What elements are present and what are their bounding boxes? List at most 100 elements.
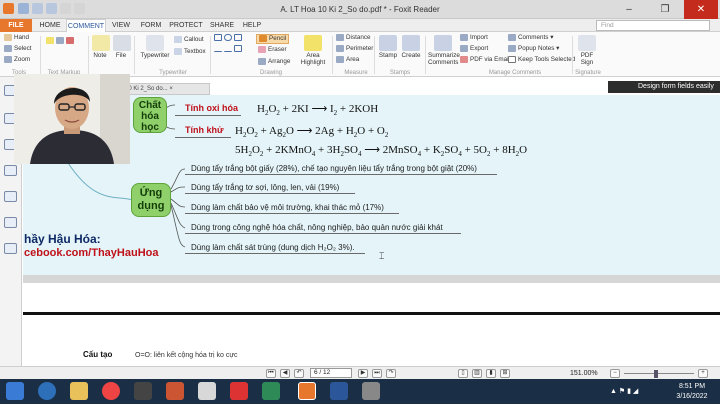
chrome-icon[interactable] [102, 382, 120, 400]
application-item: Dùng làm chất bảo vệ môi trường, khai th… [191, 203, 384, 212]
distance-button[interactable]: Distance [336, 34, 371, 42]
callout-button[interactable]: Callout [174, 36, 204, 44]
prev-page-icon[interactable]: ◀ [280, 369, 290, 378]
taskbar: ▲ ⚑ ▮ ◢ 8:51 PM 3/16/2022 [0, 379, 720, 404]
pencil-button[interactable]: Pencil [256, 34, 290, 45]
recorder-icon[interactable] [230, 382, 248, 400]
arrow-icon [224, 45, 232, 52]
highlight-tools[interactable] [46, 37, 76, 45]
hand-tool[interactable]: Hand [4, 34, 29, 42]
typewriter-button[interactable]: Typewriter [138, 35, 172, 59]
paint-icon[interactable] [198, 382, 216, 400]
pen-sign-icon [578, 35, 596, 51]
divider [572, 36, 573, 74]
close-tab-icon[interactable]: × [169, 86, 173, 92]
document-tab[interactable]: 10 Ki 2_So do... × [120, 83, 210, 95]
highlight-icon [46, 37, 54, 44]
find-input[interactable]: Find [596, 20, 710, 31]
section-text: O=O: liên kết cộng hóa trị ko cực [135, 352, 238, 359]
back-icon[interactable]: ↶ [294, 369, 304, 378]
eraser-icon [258, 46, 266, 53]
clock-time[interactable]: 8:51 PM [670, 383, 714, 390]
design-form-bar[interactable]: Design form fields easily [608, 81, 720, 93]
signature-panel-icon[interactable] [4, 243, 17, 254]
page-number-input[interactable]: 6 / 12 [310, 368, 352, 378]
select-tool[interactable]: Select [4, 45, 32, 53]
pdf-sign-button[interactable]: PDF Sign [576, 35, 598, 66]
foxit-reader-icon[interactable] [298, 382, 316, 400]
area-highlight-button[interactable]: Area Highlight [298, 35, 328, 66]
divider [210, 36, 211, 74]
pdf-via-email-button[interactable]: PDF via Email [460, 56, 510, 64]
underline [175, 115, 241, 116]
group-label-typewriter: Typewriter [159, 70, 187, 76]
tab-help[interactable]: HELP [240, 19, 264, 32]
line-tools[interactable] [214, 45, 244, 53]
continuous-page-icon[interactable]: ▥ [472, 369, 482, 378]
start-icon[interactable] [6, 382, 24, 400]
file-explorer-icon[interactable] [70, 382, 88, 400]
zoom-out-icon[interactable]: − [610, 369, 620, 378]
zoom-tool[interactable]: Zoom [4, 56, 30, 64]
tab-protect[interactable]: PROTECT [168, 19, 204, 32]
eraser-button[interactable]: Eraser [258, 46, 287, 54]
underline-icon [56, 37, 64, 44]
shape-tools[interactable] [214, 34, 244, 42]
tab-share[interactable]: SHARE [208, 19, 236, 32]
export-button[interactable]: Export [460, 45, 488, 53]
zoom-slider-thumb[interactable] [654, 370, 658, 378]
tray-icons[interactable]: ▲ ⚑ ▮ ◢ [610, 387, 638, 395]
single-page-icon[interactable]: ▯ [458, 369, 468, 378]
attachments-icon[interactable] [4, 191, 17, 202]
note-button[interactable]: Note [92, 35, 110, 59]
textbox-button[interactable]: Textbox [174, 48, 206, 56]
zoom-level[interactable]: 151.00% [570, 370, 598, 377]
equation-oxidizing: H2O2 + 2KI ⟶ I2 + 2KOH [257, 103, 379, 118]
email-icon [460, 56, 468, 63]
perimeter-icon [336, 45, 344, 52]
calculator-icon[interactable] [362, 382, 380, 400]
greenshot-icon[interactable] [262, 382, 280, 400]
forward-icon[interactable]: ↷ [386, 369, 396, 378]
first-page-icon[interactable]: ⏮ [266, 369, 276, 378]
application-item: Dùng tẩy trắng bột giấy (28%), chế tạo n… [191, 164, 477, 173]
area-button[interactable]: Area [336, 56, 359, 64]
create-stamp-button[interactable]: Create [400, 35, 422, 59]
perimeter-button[interactable]: Perimeter [336, 45, 373, 53]
comments-panel-icon[interactable] [4, 165, 17, 176]
import-button[interactable]: Import [460, 34, 488, 42]
page-rule [23, 312, 720, 315]
arrange-icon [258, 58, 266, 65]
summarize-comments-button[interactable]: Summarize Comments [428, 35, 460, 66]
area-icon [336, 56, 344, 63]
tab-home[interactable]: HOME [36, 19, 64, 32]
media-player-icon[interactable] [134, 382, 152, 400]
popup-notes-dropdown[interactable]: Popup Notes ▾ [508, 45, 559, 53]
minimize-button[interactable]: – [612, 0, 646, 19]
tab-view[interactable]: VIEW [108, 19, 134, 32]
close-button[interactable]: ✕ [684, 0, 718, 19]
word-icon[interactable] [330, 382, 348, 400]
fit-page-icon[interactable]: ⊞ [500, 369, 510, 378]
tab-comment[interactable]: COMMENT [66, 19, 106, 32]
next-page-icon[interactable]: ▶ [358, 369, 368, 378]
teacher-name: hầy Hậu Hóa: [24, 232, 101, 246]
arrange-button[interactable]: Arrange [258, 58, 290, 66]
security-icon[interactable] [4, 217, 17, 228]
zoom-slider[interactable] [624, 373, 694, 374]
clock-date[interactable]: 3/16/2022 [670, 393, 714, 400]
last-page-icon[interactable]: ⏭ [372, 369, 382, 378]
tab-form[interactable]: FORM [137, 19, 165, 32]
stamp-button[interactable]: Stamp [378, 35, 398, 59]
keep-tools-checkbox[interactable]: Keep Tools Selected [508, 56, 575, 64]
internet-explorer-icon[interactable] [38, 382, 56, 400]
strikeout-icon [66, 37, 74, 44]
facing-page-icon[interactable]: ▮ [486, 369, 496, 378]
comments-dropdown[interactable]: Comments ▾ [508, 34, 553, 42]
tab-file[interactable]: FILE [0, 19, 32, 32]
zoom-in-icon[interactable]: + [698, 369, 708, 378]
callout-icon [174, 36, 182, 43]
powerpoint-icon[interactable] [166, 382, 184, 400]
file-attach-button[interactable]: File [113, 35, 131, 59]
maximize-button[interactable]: ❐ [648, 0, 682, 19]
